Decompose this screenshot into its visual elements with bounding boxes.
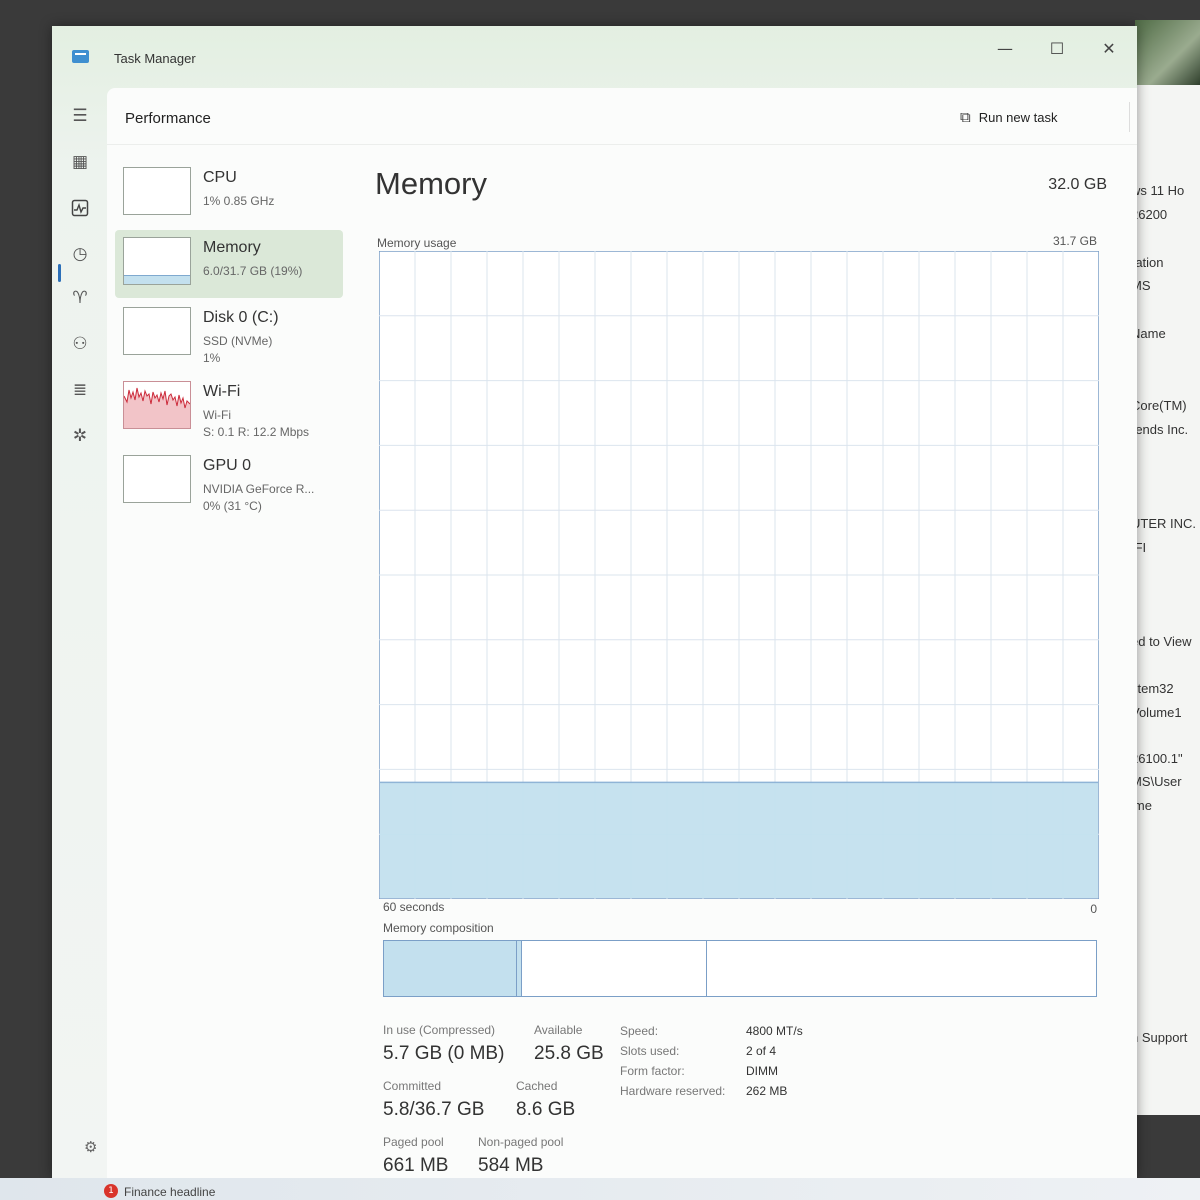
stat-value-paged-pool: 661 MB (383, 1155, 449, 1176)
composition-in-use (384, 941, 516, 996)
background-window-text: stem32 (1131, 681, 1174, 696)
page-title: Performance (125, 110, 211, 127)
spec-key-slots: Slots used: (620, 1044, 680, 1058)
gpu-thumbnail-graph (123, 455, 191, 503)
new-task-icon: ⧉ (960, 108, 971, 126)
startup-apps-icon[interactable]: ♈ (66, 284, 94, 312)
background-window-text: ed to View (1131, 634, 1192, 649)
device-item-wifi[interactable]: Wi-Fi Wi-Fi S: 0.1 R: 12.2 Mbps (115, 374, 343, 442)
stat-label-in-use: In use (Compressed) (383, 1023, 496, 1037)
graph-time-left: 60 seconds (383, 900, 445, 914)
background-window-text: n Support (1131, 1030, 1188, 1045)
device-stat: S: 0.1 R: 12.2 Mbps (203, 425, 310, 439)
window-title: Task Manager (114, 51, 196, 66)
memory-composition-bar (383, 940, 1097, 997)
background-window-text: MS\User (1131, 774, 1182, 789)
stat-value-cached: 8.6 GB (516, 1099, 576, 1120)
content-header: Performance ⧉ Run new task ··· (107, 88, 1137, 145)
device-stat: SSD (NVMe) (203, 334, 273, 348)
stat-value-committed: 5.8/36.7 GB (383, 1099, 485, 1120)
memory-thumbnail-graph (123, 237, 191, 285)
graph-time-right: 0 (1090, 902, 1097, 916)
spec-value-hardware-reserved: 262 MB (746, 1084, 788, 1098)
background-window-text: rends Inc. (1131, 422, 1189, 437)
spec-key-form-factor: Form factor: (620, 1064, 685, 1078)
background-window-text: Core(TM) (1131, 398, 1187, 413)
stat-value-available: 25.8 GB (534, 1043, 604, 1064)
device-item-cpu[interactable]: CPU 1% 0.85 GHz (115, 160, 343, 228)
device-name: GPU 0 (203, 457, 252, 474)
spec-value-form-factor: DIMM (746, 1064, 778, 1078)
device-stat: 0% (31 °C) (203, 499, 262, 513)
memory-usage-graph (379, 251, 1099, 899)
hamburger-icon[interactable]: ☰ (66, 102, 94, 130)
device-stat: 1% 0.85 GHz (203, 194, 275, 208)
disk-thumbnail-graph (123, 307, 191, 355)
spec-key-hardware-reserved: Hardware reserved: (620, 1084, 726, 1098)
device-name: CPU (203, 169, 237, 186)
nav-active-indicator (58, 264, 61, 282)
stat-label-paged-pool: Paged pool (383, 1135, 444, 1149)
news-notification-badge[interactable]: 1 (104, 1184, 118, 1198)
spec-key-speed: Speed: (620, 1024, 659, 1038)
stat-label-available: Available (534, 1023, 583, 1037)
stat-label-non-paged-pool: Non-paged pool (478, 1135, 564, 1149)
run-new-task-button[interactable]: ⧉ Run new task (952, 104, 1065, 130)
stat-label-committed: Committed (383, 1079, 442, 1093)
background-window-text: Volume1 (1131, 705, 1182, 720)
task-manager-window: Task Manager — ☐ ✕ ☰ ▦ ◷ ♈ ⚇ ≣ ✲ ⚙ Perfo… (52, 26, 1137, 1178)
device-stat: 6.0/31.7 GB (19%) (203, 264, 303, 278)
task-manager-app-icon (72, 50, 89, 63)
taskbar: 1 Finance headline (0, 1178, 1200, 1200)
run-new-task-label: Run new task (978, 109, 1058, 125)
details-icon[interactable]: ≣ (66, 376, 94, 404)
device-item-memory[interactable]: Memory 6.0/31.7 GB (19%) (115, 230, 343, 298)
background-window-text: 26100.1" (1131, 751, 1183, 766)
cpu-thumbnail-graph (123, 167, 191, 215)
maximize-button[interactable]: ☐ (1034, 34, 1080, 64)
device-name: Memory (203, 239, 261, 256)
background-window-text: ws 11 Ho (1131, 183, 1185, 198)
device-stat: NVIDIA GeForce R... (203, 482, 315, 496)
desktop-background (1135, 20, 1200, 85)
detail-title: Memory (375, 166, 487, 201)
header-divider (1129, 102, 1130, 132)
device-stat: 1% (203, 351, 221, 365)
processes-icon[interactable]: ▦ (66, 148, 94, 176)
app-history-icon[interactable]: ◷ (66, 240, 94, 268)
memory-usage-max: 31.7 GB (1052, 234, 1097, 248)
memory-composition-label: Memory composition (383, 921, 494, 935)
title-bar[interactable]: Task Manager — ☐ ✕ (52, 26, 1137, 86)
memory-usage-label: Memory usage (377, 236, 457, 250)
spec-value-speed: 4800 MT/s (746, 1024, 803, 1038)
device-stat: Wi-Fi (203, 408, 231, 422)
users-icon[interactable]: ⚇ (66, 330, 94, 358)
background-window-text: UTER INC. (1131, 516, 1196, 531)
device-item-disk[interactable]: Disk 0 (C:) SSD (NVMe) 1% (115, 300, 343, 368)
wifi-thumbnail-graph (123, 381, 191, 429)
performance-icon[interactable] (66, 194, 94, 222)
settings-gear-icon[interactable]: ⚙ (84, 1138, 97, 1156)
minimize-button[interactable]: — (982, 34, 1028, 64)
stat-label-cached: Cached (516, 1079, 558, 1093)
close-button[interactable]: ✕ (1086, 34, 1132, 64)
services-icon[interactable]: ✲ (66, 422, 94, 450)
stat-value-in-use: 5.7 GB (0 MB) (383, 1043, 505, 1064)
news-widget-text[interactable]: Finance headline (124, 1185, 215, 1199)
device-name: Disk 0 (C:) (203, 309, 279, 326)
performance-panel: Performance ⧉ Run new task ··· CPU 1% 0.… (107, 88, 1137, 1178)
spec-value-slots: 2 of 4 (746, 1044, 777, 1058)
composition-standby (521, 941, 708, 996)
device-name: Wi-Fi (203, 383, 241, 400)
memory-usage-area (380, 782, 1098, 898)
device-item-gpu[interactable]: GPU 0 NVIDIA GeForce R... 0% (31 °C) (115, 448, 343, 516)
nav-rail: ☰ ▦ ◷ ♈ ⚇ ≣ ✲ (52, 94, 107, 1174)
stat-value-non-paged-pool: 584 MB (478, 1155, 544, 1176)
memory-total: 32.0 GB (1048, 176, 1107, 193)
